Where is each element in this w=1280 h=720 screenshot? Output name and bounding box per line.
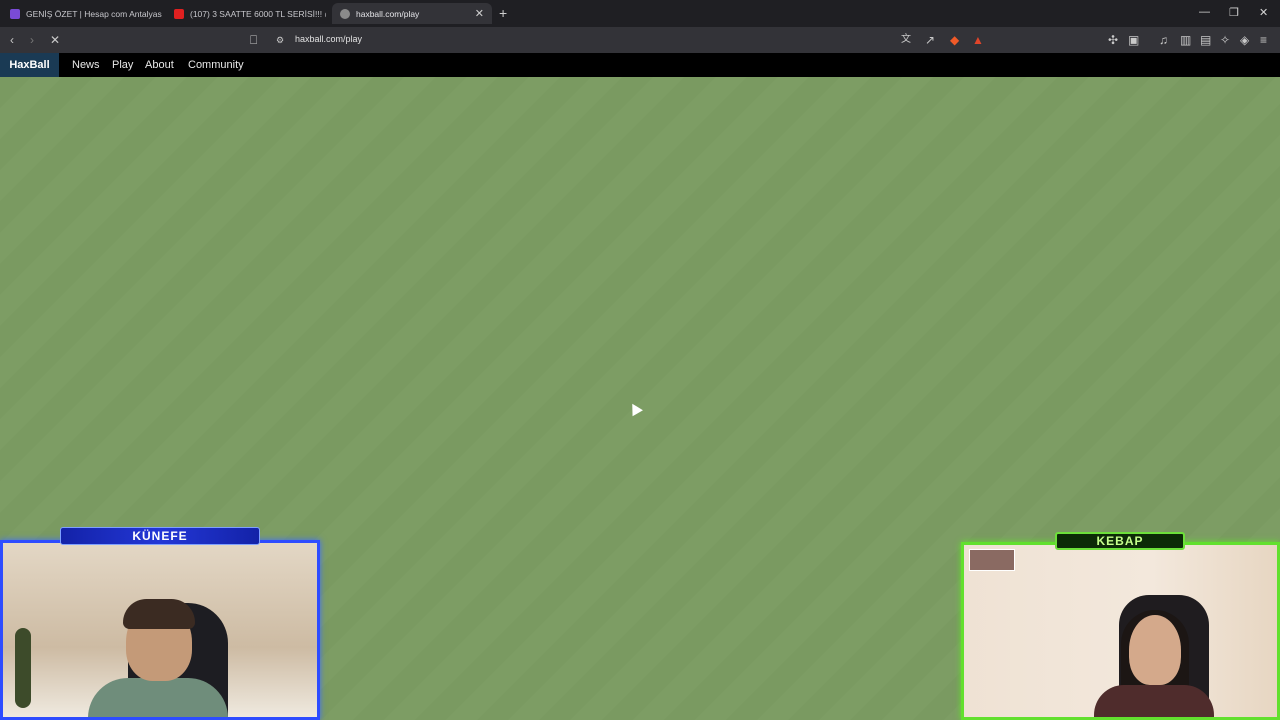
- streamer-face: [1129, 615, 1181, 685]
- webcam-left: [0, 540, 320, 720]
- extensions-icon[interactable]: ✣: [1108, 33, 1118, 47]
- site-nav: HaxBall News Play About Community: [0, 53, 1280, 77]
- wallet-icon[interactable]: ▣: [1128, 33, 1139, 47]
- tab-youtube[interactable]: (107) 3 SAATTE 6000 TL SERİSİ!!! @g: [166, 3, 326, 24]
- browser-toolbar: ‹ › ✕ ⎕ ⚙ haxball.com/play 文 ↗ ◆ ▲ ✣ ▣ ♫…: [0, 27, 1280, 53]
- thumbnail-image: [969, 549, 1015, 571]
- reload-icon[interactable]: ✕: [50, 33, 60, 47]
- nav-community[interactable]: Community: [188, 59, 244, 71]
- menu-icon[interactable]: ≡: [1260, 33, 1267, 47]
- close-tab-icon[interactable]: ✕: [475, 7, 484, 20]
- site-info-icon[interactable]: ⚙: [276, 33, 284, 47]
- tab-haxball[interactable]: haxball.com/play ✕: [332, 3, 492, 24]
- sidebar-icon[interactable]: ▥: [1180, 33, 1191, 47]
- music-icon[interactable]: ♫: [1159, 33, 1168, 47]
- brave-shields-icon[interactable]: ◆: [950, 33, 959, 47]
- tab-label: haxball.com/play: [356, 8, 420, 19]
- tab-strip: GENİŞ ÖZET | Hesap com Antalyaspo (107) …: [0, 0, 1280, 27]
- forward-icon[interactable]: ›: [30, 33, 34, 47]
- tab-genis-ozet[interactable]: GENİŞ ÖZET | Hesap com Antalyaspo: [2, 3, 162, 24]
- share-icon[interactable]: ↗: [925, 33, 935, 47]
- leo-icon[interactable]: ✧: [1220, 33, 1230, 47]
- nav-play[interactable]: Play: [112, 59, 133, 71]
- rewards-icon[interactable]: ▲: [972, 33, 984, 47]
- tab-label: GENİŞ ÖZET | Hesap com Antalyaspo: [26, 8, 162, 19]
- bookmark-icon[interactable]: ⎕: [250, 33, 257, 47]
- back-icon[interactable]: ‹: [10, 33, 14, 47]
- url-text[interactable]: haxball.com/play: [295, 34, 362, 44]
- webcam-right: [961, 542, 1280, 720]
- site-favicon-icon: [10, 8, 20, 19]
- streamer-body: [88, 678, 228, 717]
- close-window-icon[interactable]: ✕: [1259, 6, 1268, 19]
- webcam-right-label: KEBAP: [1055, 532, 1185, 550]
- media-icon[interactable]: ▤: [1200, 33, 1211, 47]
- new-tab-icon[interactable]: +: [499, 5, 507, 21]
- vpn-icon[interactable]: ◈: [1240, 33, 1249, 47]
- haxball-favicon-icon: [340, 8, 350, 19]
- nav-about[interactable]: About: [145, 59, 174, 71]
- nav-news[interactable]: News: [72, 59, 100, 71]
- minimize-icon[interactable]: —: [1199, 6, 1210, 18]
- brand-logo-link[interactable]: HaxBall: [0, 53, 59, 77]
- translate-icon[interactable]: 文: [901, 33, 911, 47]
- webcam-left-label: KÜNEFE: [60, 527, 260, 545]
- streamer-hair: [123, 599, 195, 629]
- youtube-favicon-icon: [174, 8, 184, 19]
- restore-icon[interactable]: ❐: [1229, 6, 1239, 19]
- address-bar[interactable]: ⎕ ⚙ haxball.com/play 文 ↗ ◆ ▲: [245, 30, 995, 50]
- tab-label: (107) 3 SAATTE 6000 TL SERİSİ!!! @g: [190, 8, 326, 19]
- streamer-body: [1094, 685, 1214, 717]
- christmas-tree: [15, 628, 31, 708]
